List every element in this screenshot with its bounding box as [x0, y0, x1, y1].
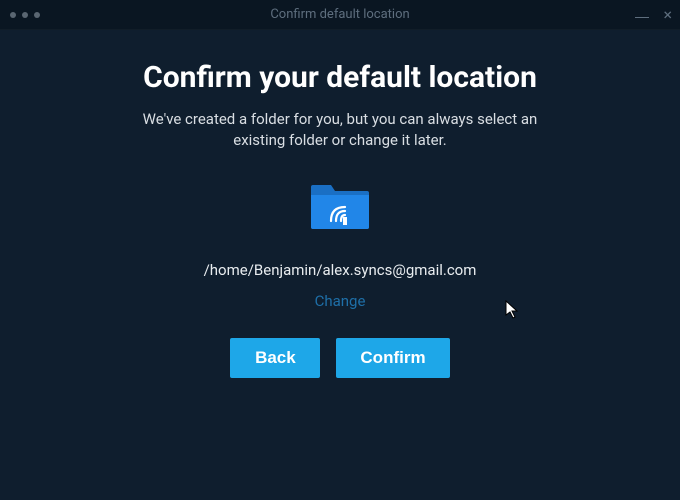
folder-icon: [60, 181, 620, 231]
traffic-dot: [10, 12, 16, 18]
page-subtext: We've created a folder for you, but you …: [130, 109, 550, 151]
location-path: /home/Benjamin/alex.syncs@gmail.com: [60, 261, 620, 279]
dialog-content: Confirm your default location We've crea…: [0, 30, 680, 378]
confirm-button[interactable]: Confirm: [336, 338, 449, 378]
button-row: Back Confirm: [60, 338, 620, 378]
traffic-lights: [0, 12, 40, 18]
close-icon[interactable]: ×: [663, 7, 672, 23]
page-title: Confirm your default location: [60, 60, 620, 95]
back-button[interactable]: Back: [230, 338, 320, 378]
titlebar: Confirm default location ×: [0, 0, 680, 30]
traffic-dot: [22, 12, 28, 18]
window-controls: ×: [635, 7, 672, 23]
traffic-dot: [34, 12, 40, 18]
window-title: Confirm default location: [270, 7, 409, 22]
change-link[interactable]: Change: [315, 292, 366, 310]
minimize-icon[interactable]: [635, 17, 649, 18]
